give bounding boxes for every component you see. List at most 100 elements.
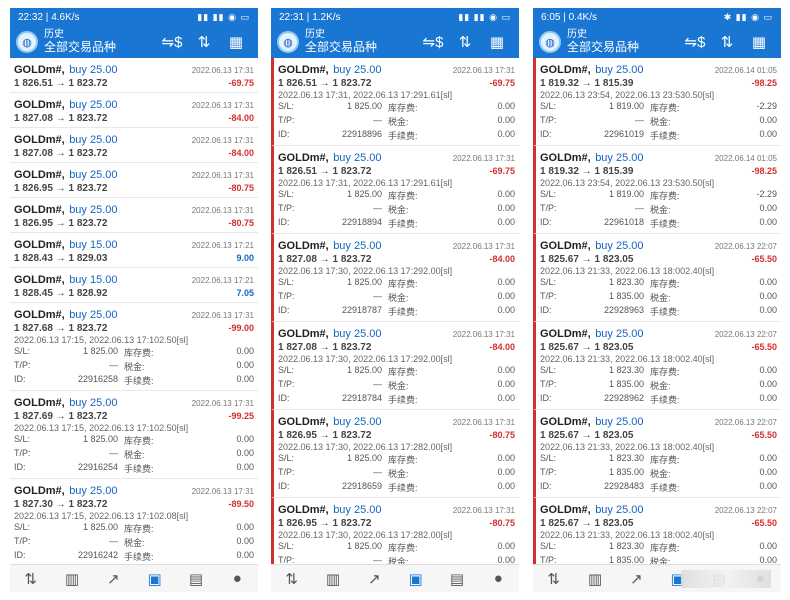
fee-value: 0.00 xyxy=(759,129,777,139)
deals-list[interactable]: GOLDm#, buy 25.00 2022.06.13 17:31 1 826.5… xyxy=(271,58,519,564)
sort-icon[interactable]: ⇅ xyxy=(449,26,481,58)
deal-row[interactable]: GOLDm#, buy 25.00 2022.06.13 22:07 1 825.6… xyxy=(533,410,781,498)
app-logo-icon[interactable]: ◍ xyxy=(539,31,561,53)
deal-row[interactable]: GOLDm#, buy 25.00 2022.06.13 17:31 1 827.0… xyxy=(271,234,519,322)
deal-row[interactable]: GOLDm#, buy 15.00 2022.06.13 17:21 1 828.4… xyxy=(10,233,258,268)
quotes-nav-icon[interactable]: ⇅ xyxy=(538,570,570,588)
deal-profit: -89.50 xyxy=(228,499,254,509)
deal-row[interactable]: GOLDm#, buy 25.00 2022.06.13 17:31 1 826.5… xyxy=(271,58,519,146)
quotes-nav-icon[interactable]: ⇅ xyxy=(15,570,47,588)
sl-label: S/L: xyxy=(540,453,557,463)
chart-nav-icon[interactable]: ▥ xyxy=(317,570,349,588)
deals-list[interactable]: GOLDm#, buy 25.00 2022.06.13 17:31 1 826.5… xyxy=(10,58,258,564)
deal-row[interactable]: GOLDm#, buy 25.00 2022.06.13 17:31 1 826.9… xyxy=(10,198,258,233)
app-logo-icon[interactable]: ◍ xyxy=(16,31,38,53)
deal-row[interactable]: GOLDm#, buy 25.00 2022.06.14 01:05 1 819.3… xyxy=(533,58,781,146)
symbol-filter[interactable]: 全部交易品种 xyxy=(567,40,679,55)
deal-row[interactable]: GOLDm#, buy 25.00 2022.06.13 17:31 1 827.3… xyxy=(10,479,258,564)
deal-symbol: GOLDm#, xyxy=(14,64,65,76)
deal-row[interactable]: GOLDm#, buy 15.00 2022.06.13 17:21 1 828.4… xyxy=(10,268,258,303)
symbol-filter[interactable]: 全部交易品种 xyxy=(305,40,417,55)
tax-label: 税金: xyxy=(388,469,409,479)
deal-row[interactable]: GOLDm#, buy 25.00 2022.06.13 17:31 1 826.5… xyxy=(10,58,258,93)
id-label: ID: xyxy=(278,393,290,403)
deal-row[interactable]: GOLDm#, buy 25.00 2022.06.14 01:05 1 819.3… xyxy=(533,146,781,234)
messages-nav-icon[interactable]: ▤ xyxy=(180,570,212,588)
tp-value: 1 835.00 xyxy=(608,379,644,389)
trade-nav-icon[interactable]: ↗ xyxy=(97,570,129,588)
deal-row[interactable]: GOLDm#, buy 25.00 2022.06.13 17:31 1 827.6… xyxy=(10,303,258,391)
deal-summary: 1 827.08 → 1 823.72 -84.00 xyxy=(278,254,515,265)
calendar-icon[interactable]: ▦ xyxy=(743,26,775,58)
deal-row[interactable]: GOLDm#, buy 25.00 2022.06.13 22:07 1 825.6… xyxy=(533,498,781,564)
sl-value: 1 825.00 xyxy=(82,346,118,356)
fee-value: 0.00 xyxy=(497,481,515,491)
messages-nav-icon[interactable]: ▤ xyxy=(441,570,473,588)
tp-label: T/P: xyxy=(540,291,557,301)
deal-row[interactable]: GOLDm#, buy 25.00 2022.06.13 17:31 1 826.9… xyxy=(10,163,258,198)
deal-prices: 1 827.08 → 1 823.72 xyxy=(278,254,372,265)
deal-row[interactable]: GOLDm#, buy 25.00 2022.06.13 17:31 1 826.5… xyxy=(271,146,519,234)
deal-row[interactable]: GOLDm#, buy 25.00 2022.06.13 17:31 1 826.9… xyxy=(271,410,519,498)
bottom-nav: ⇅ ▥ ↗ ▣ ▤ ● xyxy=(271,564,519,592)
calendar-icon[interactable]: ▦ xyxy=(481,26,513,58)
deal-row[interactable]: GOLDm#, buy 25.00 2022.06.13 17:31 1 827.0… xyxy=(10,128,258,163)
trade-nav-icon[interactable]: ↗ xyxy=(620,570,652,588)
swap-value: 0.00 xyxy=(497,453,515,463)
deal-row[interactable]: GOLDm#, buy 25.00 2022.06.13 17:31 1 827.6… xyxy=(10,391,258,479)
header-titles[interactable]: 历史 全部交易品种 xyxy=(567,29,679,54)
fee-value: 0.00 xyxy=(497,217,515,227)
deal-side: buy 25.00 xyxy=(69,397,118,409)
deal-symbol: GOLDm#, xyxy=(14,99,65,111)
id-value: 22916242 xyxy=(77,550,118,560)
settings-nav-icon[interactable]: ● xyxy=(482,570,514,587)
tax-value: 0.00 xyxy=(497,203,515,213)
header-titles[interactable]: 历史 全部交易品种 xyxy=(305,29,417,54)
deal-summary: 1 827.08 → 1 823.72 -84.00 xyxy=(14,148,254,159)
sort-icon[interactable]: ⇅ xyxy=(711,26,743,58)
tp-value: — xyxy=(109,448,118,458)
id-value: 22918784 xyxy=(341,393,382,403)
deal-title: GOLDm#, buy 25.00 xyxy=(14,60,118,78)
deal-row[interactable]: GOLDm#, buy 25.00 2022.06.13 17:31 1 827.0… xyxy=(271,322,519,410)
chart-nav-icon[interactable]: ▥ xyxy=(579,570,611,588)
tax-label: 税金: xyxy=(388,293,409,303)
quotes-nav-icon[interactable]: ⇅ xyxy=(276,570,308,588)
currency-exchange-icon[interactable]: ⇋$ xyxy=(156,26,188,58)
history-nav-icon[interactable]: ▣ xyxy=(400,570,432,588)
deal-row[interactable]: GOLDm#, buy 25.00 2022.06.13 22:07 1 825.6… xyxy=(533,322,781,410)
deal-symbol: GOLDm#, xyxy=(14,274,65,286)
deal-row[interactable]: GOLDm#, buy 25.00 2022.06.13 22:07 1 825.6… xyxy=(533,234,781,322)
history-nav-icon[interactable]: ▣ xyxy=(139,570,171,588)
blurred-overlay xyxy=(681,570,771,588)
fee-label: 手续费: xyxy=(124,552,154,562)
deal-row[interactable]: GOLDm#, buy 25.00 2022.06.13 17:31 1 826.9… xyxy=(271,498,519,564)
deal-detail-times: 2022.06.13 17:30, 2022.06.13 17:292.00[s… xyxy=(278,266,453,276)
calendar-icon[interactable]: ▦ xyxy=(220,26,252,58)
header-titles[interactable]: 历史 全部交易品种 xyxy=(44,29,156,54)
deal-side: buy 25.00 xyxy=(595,328,644,340)
swap-value: 0.00 xyxy=(497,101,515,111)
fee-label: 手续费: xyxy=(650,483,680,493)
tax-label: 税金: xyxy=(388,557,409,564)
deal-prices: 1 828.45 → 1 828.92 xyxy=(14,288,108,299)
id-value: 22916258 xyxy=(77,374,118,384)
deals-list[interactable]: GOLDm#, buy 25.00 2022.06.14 01:05 1 819.3… xyxy=(533,58,781,564)
trade-nav-icon[interactable]: ↗ xyxy=(358,570,390,588)
currency-exchange-icon[interactable]: ⇋$ xyxy=(417,26,449,58)
swap-value: 0.00 xyxy=(497,189,515,199)
chart-nav-icon[interactable]: ▥ xyxy=(56,570,88,588)
phone-screen-1: 22:32 | 4.6K/s ▮▮ ▮▮ ◉ ▭ ◍ 历史 全部交易品种 ⇋$ … xyxy=(10,8,258,592)
app-logo-icon[interactable]: ◍ xyxy=(277,31,299,53)
symbol-filter[interactable]: 全部交易品种 xyxy=(44,40,156,55)
currency-exchange-icon[interactable]: ⇋$ xyxy=(679,26,711,58)
settings-nav-icon[interactable]: ● xyxy=(221,570,253,587)
deal-row[interactable]: GOLDm#, buy 25.00 2022.06.13 17:31 1 827.0… xyxy=(10,93,258,128)
sort-icon[interactable]: ⇅ xyxy=(188,26,220,58)
deal-prices: 1 827.08 → 1 823.72 xyxy=(14,148,108,159)
deal-time: 2022.06.13 17:31 xyxy=(452,242,515,251)
id-value: 22916254 xyxy=(77,462,118,472)
fee-value: 0.00 xyxy=(236,462,254,472)
deal-title: GOLDm#, buy 25.00 xyxy=(14,200,118,218)
deal-summary: 1 826.51 → 1 823.72 -69.75 xyxy=(278,78,515,89)
